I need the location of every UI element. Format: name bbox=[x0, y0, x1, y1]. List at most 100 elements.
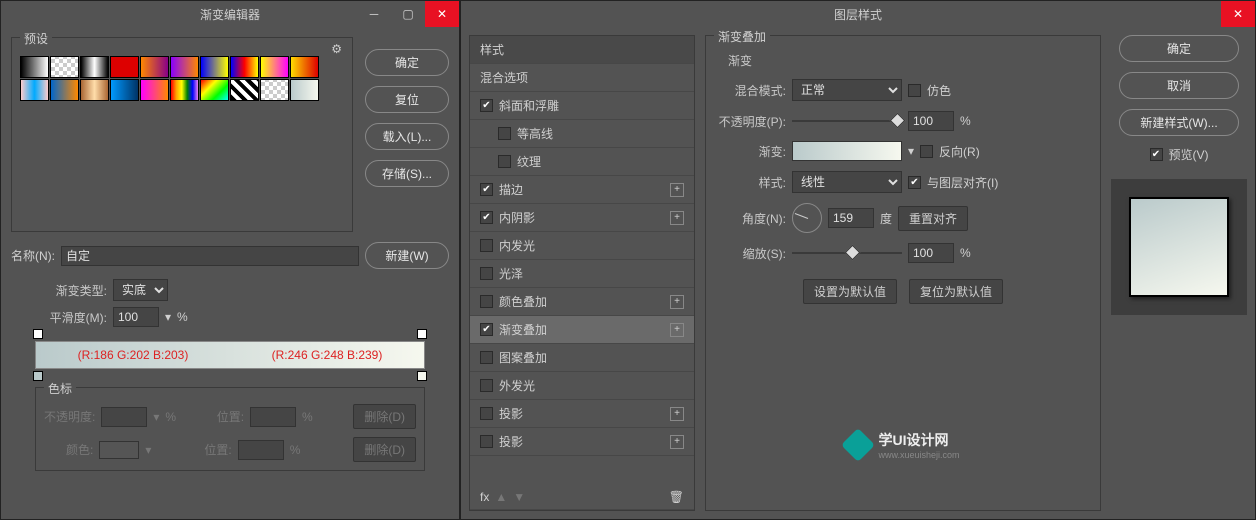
plus-icon[interactable]: + bbox=[670, 435, 684, 449]
checkbox[interactable] bbox=[480, 323, 493, 336]
preset-swatch[interactable] bbox=[80, 79, 109, 101]
plus-icon[interactable]: + bbox=[670, 211, 684, 225]
checkbox[interactable] bbox=[498, 155, 511, 168]
style-texture[interactable]: 纹理 bbox=[470, 148, 694, 176]
style-drop-shadow-1[interactable]: 投影+ bbox=[470, 400, 694, 428]
ok-button[interactable]: 确定 bbox=[365, 49, 449, 76]
plus-icon[interactable]: + bbox=[670, 323, 684, 337]
color-stop-right[interactable] bbox=[417, 371, 427, 381]
checkbox[interactable] bbox=[480, 211, 493, 224]
checkbox[interactable] bbox=[480, 295, 493, 308]
checkbox[interactable] bbox=[480, 267, 493, 280]
checkbox[interactable] bbox=[480, 183, 493, 196]
type-select[interactable]: 实底 bbox=[113, 279, 168, 301]
load-button[interactable]: 载入(L)... bbox=[365, 123, 449, 150]
style-satin[interactable]: 光泽 bbox=[470, 260, 694, 288]
preset-swatch[interactable] bbox=[230, 56, 259, 78]
style-inner-shadow[interactable]: 内阴影+ bbox=[470, 204, 694, 232]
plus-icon[interactable]: + bbox=[670, 407, 684, 421]
preset-swatch[interactable] bbox=[20, 79, 49, 101]
color-stop-left[interactable] bbox=[33, 371, 43, 381]
gradient-bar[interactable]: (R:186 G:202 B:203) (R:246 G:248 B:239) bbox=[35, 341, 425, 369]
style-stroke[interactable]: 描边+ bbox=[470, 176, 694, 204]
close-button[interactable]: ✕ bbox=[1221, 1, 1255, 27]
preset-swatch[interactable] bbox=[170, 79, 199, 101]
gear-icon[interactable]: ⚙ bbox=[331, 42, 342, 56]
save-button[interactable]: 存储(S)... bbox=[365, 160, 449, 187]
preset-swatch[interactable] bbox=[20, 56, 49, 78]
style-outer-glow[interactable]: 外发光 bbox=[470, 372, 694, 400]
angle-dial[interactable] bbox=[792, 203, 822, 233]
preset-swatch[interactable] bbox=[140, 56, 169, 78]
name-input[interactable] bbox=[61, 246, 359, 266]
set-default-button[interactable]: 设置为默认值 bbox=[803, 279, 897, 304]
blend-options[interactable]: 混合选项 bbox=[470, 64, 694, 92]
arrow-down-icon[interactable]: ▼ bbox=[513, 490, 525, 504]
style-gradient-overlay[interactable]: 渐变叠加+ bbox=[470, 316, 694, 344]
opacity-slider[interactable] bbox=[890, 113, 906, 129]
smooth-input[interactable] bbox=[113, 307, 159, 327]
style-bevel[interactable]: 斜面和浮雕 bbox=[470, 92, 694, 120]
preset-swatch[interactable] bbox=[50, 56, 79, 78]
arrow-up-icon[interactable]: ▲ bbox=[495, 490, 507, 504]
preset-swatch[interactable] bbox=[260, 56, 289, 78]
chevron-down-icon[interactable]: ▾ bbox=[165, 310, 171, 324]
preset-swatch[interactable] bbox=[230, 79, 259, 101]
style-inner-glow[interactable]: 内发光 bbox=[470, 232, 694, 260]
checkbox[interactable] bbox=[480, 407, 493, 420]
trash-icon[interactable]: 🗑 bbox=[669, 490, 684, 504]
reset-button[interactable]: 复位 bbox=[365, 86, 449, 113]
new-button[interactable]: 新建(W) bbox=[365, 242, 449, 269]
delete-stop-button: 删除(D) bbox=[353, 404, 416, 429]
preset-swatch[interactable] bbox=[50, 79, 79, 101]
style-color-overlay[interactable]: 颜色叠加+ bbox=[470, 288, 694, 316]
reset-align-button[interactable]: 重置对齐 bbox=[898, 206, 968, 231]
preview-checkbox[interactable] bbox=[1150, 148, 1163, 161]
preset-swatch[interactable] bbox=[260, 79, 289, 101]
preset-swatch[interactable] bbox=[140, 79, 169, 101]
styles-header[interactable]: 样式 bbox=[470, 36, 694, 64]
reset-default-button[interactable]: 复位为默认值 bbox=[909, 279, 1003, 304]
checkbox[interactable] bbox=[480, 351, 493, 364]
scale-slider[interactable] bbox=[845, 245, 861, 261]
align-label: 与图层对齐(I) bbox=[927, 174, 998, 191]
dither-checkbox[interactable] bbox=[908, 84, 921, 97]
preset-swatch[interactable] bbox=[80, 56, 109, 78]
fx-icon[interactable]: fx bbox=[480, 490, 489, 504]
checkbox[interactable] bbox=[480, 379, 493, 392]
align-checkbox[interactable] bbox=[908, 176, 921, 189]
ls-cancel-button[interactable]: 取消 bbox=[1119, 72, 1239, 99]
preset-swatch[interactable] bbox=[290, 79, 319, 101]
go-style-select[interactable]: 线性 bbox=[792, 171, 902, 193]
maximize-button[interactable]: ▢ bbox=[391, 1, 425, 27]
checkbox[interactable] bbox=[480, 239, 493, 252]
chevron-down-icon[interactable]: ▾ bbox=[908, 144, 914, 158]
preset-swatch[interactable] bbox=[200, 56, 229, 78]
ls-new-style-button[interactable]: 新建样式(W)... bbox=[1119, 109, 1239, 136]
opacity-stop-left[interactable] bbox=[33, 329, 43, 339]
opacity-stop-right[interactable] bbox=[417, 329, 427, 339]
scale-input[interactable] bbox=[908, 243, 954, 263]
angle-input[interactable] bbox=[828, 208, 874, 228]
preset-swatch[interactable] bbox=[110, 79, 139, 101]
preset-swatch[interactable] bbox=[200, 79, 229, 101]
layer-style-title: 图层样式 bbox=[834, 6, 882, 23]
style-pattern-overlay[interactable]: 图案叠加 bbox=[470, 344, 694, 372]
gradient-picker[interactable] bbox=[792, 141, 902, 161]
close-button[interactable]: ✕ bbox=[425, 1, 459, 27]
preset-swatch[interactable] bbox=[110, 56, 139, 78]
checkbox[interactable] bbox=[480, 99, 493, 112]
checkbox[interactable] bbox=[480, 435, 493, 448]
ls-ok-button[interactable]: 确定 bbox=[1119, 35, 1239, 62]
reverse-checkbox[interactable] bbox=[920, 145, 933, 158]
checkbox[interactable] bbox=[498, 127, 511, 140]
plus-icon[interactable]: + bbox=[670, 295, 684, 309]
go-opacity-input[interactable] bbox=[908, 111, 954, 131]
minimize-button[interactable]: ─ bbox=[357, 1, 391, 27]
preset-swatch[interactable] bbox=[290, 56, 319, 78]
style-contour[interactable]: 等高线 bbox=[470, 120, 694, 148]
blend-mode-select[interactable]: 正常 bbox=[792, 79, 902, 101]
preset-swatch[interactable] bbox=[170, 56, 199, 78]
style-drop-shadow-2[interactable]: 投影+ bbox=[470, 428, 694, 456]
plus-icon[interactable]: + bbox=[670, 183, 684, 197]
